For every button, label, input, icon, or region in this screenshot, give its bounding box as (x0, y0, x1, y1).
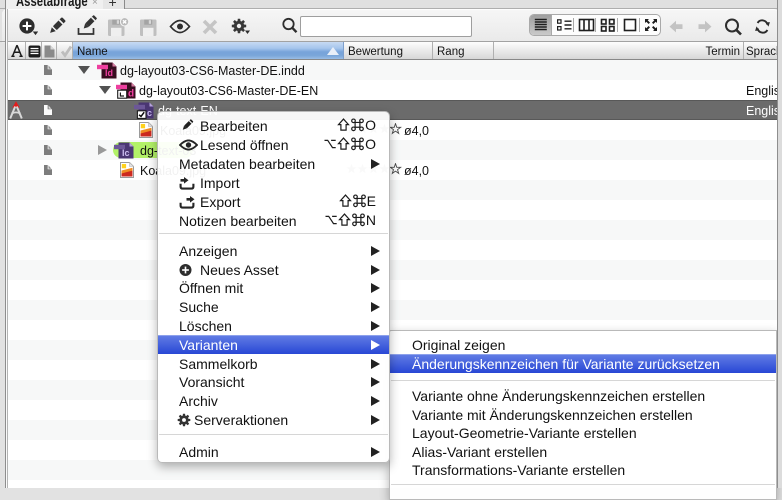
svg-text:Id: Id (105, 68, 113, 78)
svg-text:d: d (128, 88, 134, 98)
svg-text:Ic: Ic (122, 148, 130, 158)
svg-text:c: c (147, 108, 152, 118)
